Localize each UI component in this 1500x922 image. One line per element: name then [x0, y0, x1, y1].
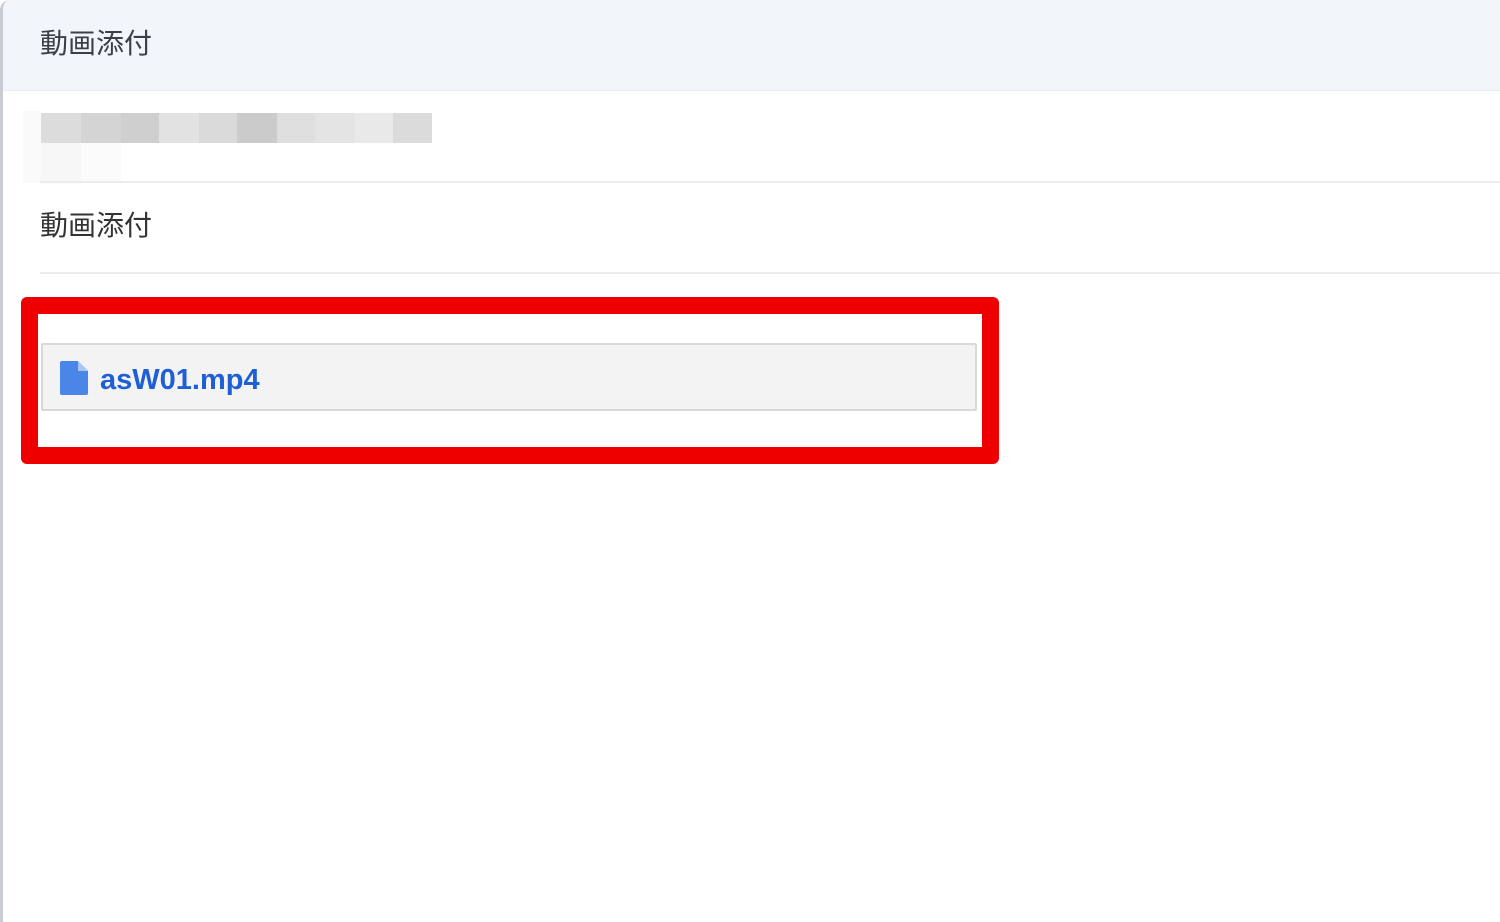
divider — [40, 181, 1500, 183]
attachment-file-name[interactable]: asW01.mp4 — [100, 362, 260, 398]
modal-header: 動画添付 — [3, 0, 1500, 91]
file-icon — [60, 361, 88, 395]
attachment-file-link[interactable]: asW01.mp4 — [41, 343, 977, 411]
section-title: 動画添付 — [40, 209, 153, 242]
modal-window: 動画添付 動画添付 asW01.mp4 — [0, 0, 1500, 922]
divider — [40, 272, 1500, 274]
modal-title: 動画添付 — [40, 27, 153, 60]
redacted-content — [23, 111, 443, 183]
